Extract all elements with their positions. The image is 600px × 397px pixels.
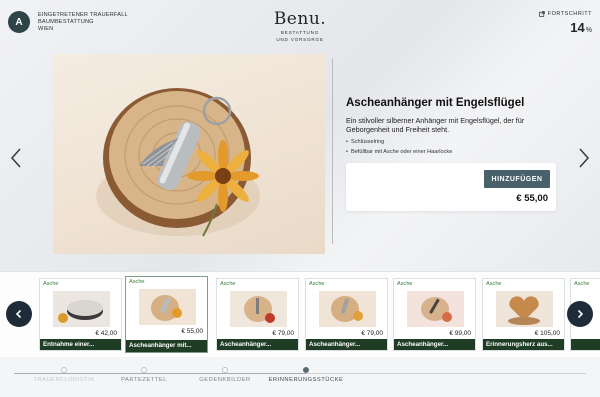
- item-name: Erinnerungsherz aus...: [483, 339, 564, 350]
- item-image-graphic: [53, 291, 110, 327]
- item-price: € 42,00: [95, 330, 117, 337]
- item-name: Ascheanhänger...: [217, 339, 298, 350]
- step-dot: [222, 367, 228, 373]
- feature-item: Befüllbar mit Asche oder einer Haarlocke: [346, 147, 452, 157]
- item-category: Asche: [486, 281, 502, 287]
- item-image-graphic: [139, 289, 196, 325]
- item-image: [139, 289, 196, 325]
- chevron-left-icon[interactable]: [9, 146, 23, 170]
- add-to-cart-button[interactable]: HINZUFÜGEN: [484, 170, 550, 188]
- item-image-graphic: [407, 291, 464, 327]
- step-dot: [61, 367, 67, 373]
- product-price: € 55,00: [516, 193, 548, 204]
- item-price: € 105,00: [534, 330, 560, 337]
- step-label: ERINNERUNGSSTÜCKE: [268, 377, 344, 383]
- item-price: € 99,00: [449, 330, 471, 337]
- item-image-graphic: [230, 291, 287, 327]
- product-carousel: Asche € 42,00 Entnahme einer... Asche € …: [0, 271, 600, 357]
- divider: [332, 58, 333, 244]
- logo-tagline-2: UND VORSORGE: [276, 37, 324, 42]
- progress-indicator[interactable]: FORTSCHRITT 14%: [539, 11, 592, 35]
- step-navigation: TRAUERFLORISTIK PARTEZETTEL GEDENKBILDER…: [0, 357, 600, 397]
- price-card: HINZUFÜGEN € 55,00: [346, 163, 556, 211]
- item-category: Asche: [129, 279, 145, 285]
- item-price: € 55,00: [181, 328, 203, 335]
- carousel-prev-button[interactable]: [6, 301, 32, 327]
- step-dot: [303, 367, 309, 373]
- item-category: Asche: [574, 281, 590, 287]
- item-name: [571, 339, 600, 350]
- item-price: € 79,00: [361, 330, 383, 337]
- header: A EINGETRETENER TRAUERFALL BAUMBESTATTUN…: [0, 0, 600, 48]
- feature-list: Schlüsselring Befüllbar mit Asche oder e…: [346, 137, 452, 157]
- external-link-icon: [539, 11, 545, 17]
- product-image: [53, 54, 325, 254]
- item-image: [496, 291, 553, 327]
- chevron-right-icon[interactable]: [577, 146, 591, 170]
- product-photo-illustration: [96, 88, 260, 237]
- item-category: Asche: [220, 281, 236, 287]
- progress-label: FORTSCHRITT: [547, 11, 592, 17]
- product-description: Ein stilvoller silberner Anhänger mit En…: [346, 116, 525, 135]
- chevron-left-icon: [15, 309, 22, 319]
- item-image: [53, 291, 110, 327]
- carousel-item[interactable]: Asche € 79,00 Ascheanhänger...: [216, 278, 299, 351]
- progress-label-row: FORTSCHRITT: [539, 11, 592, 17]
- logo-wordmark: Benu.: [273, 9, 327, 29]
- item-image: [230, 291, 287, 327]
- item-image-graphic: [319, 291, 376, 327]
- progress-unit: %: [585, 27, 592, 34]
- logo-tagline-1: BESTATTUNG: [280, 30, 320, 35]
- progress-value-row: 14%: [539, 20, 592, 35]
- item-name: Ascheanhänger...: [306, 339, 387, 350]
- item-price: € 79,00: [272, 330, 294, 337]
- item-category: Asche: [397, 281, 413, 287]
- feature-item: Schlüsselring: [346, 137, 452, 147]
- progress-value: 14: [570, 20, 585, 35]
- item-category: Asche: [43, 281, 59, 287]
- carousel-item[interactable]: Asche € 79,00 Ascheanhänger...: [305, 278, 388, 351]
- item-image-graphic: [496, 291, 553, 327]
- logo: Benu. BESTATTUNG UND VORSORGE: [0, 9, 600, 43]
- item-name: Entnahme einer...: [40, 339, 121, 350]
- step-dot: [141, 367, 147, 373]
- item-name: Ascheanhänger mit...: [126, 340, 207, 352]
- step-erinnerungsstuecke[interactable]: ERINNERUNGSSTÜCKE: [256, 367, 356, 383]
- item-name: Ascheanhänger...: [394, 339, 475, 350]
- item-image: [319, 291, 376, 327]
- item-category: Asche: [309, 281, 325, 287]
- product-title: Ascheanhänger mit Engelsflügel: [346, 97, 525, 109]
- item-image: [407, 291, 464, 327]
- carousel-next-button[interactable]: [567, 301, 593, 327]
- chevron-right-icon: [577, 309, 584, 319]
- carousel-item[interactable]: Asche € 99,00 Ascheanhänger...: [393, 278, 476, 351]
- carousel-item[interactable]: Asche € 42,00 Entnahme einer...: [39, 278, 122, 351]
- carousel-item[interactable]: Asche € 105,00 Erinnerungsherz aus...: [482, 278, 565, 351]
- carousel-item-selected[interactable]: Asche € 55,00 Ascheanhänger mit...: [125, 276, 208, 353]
